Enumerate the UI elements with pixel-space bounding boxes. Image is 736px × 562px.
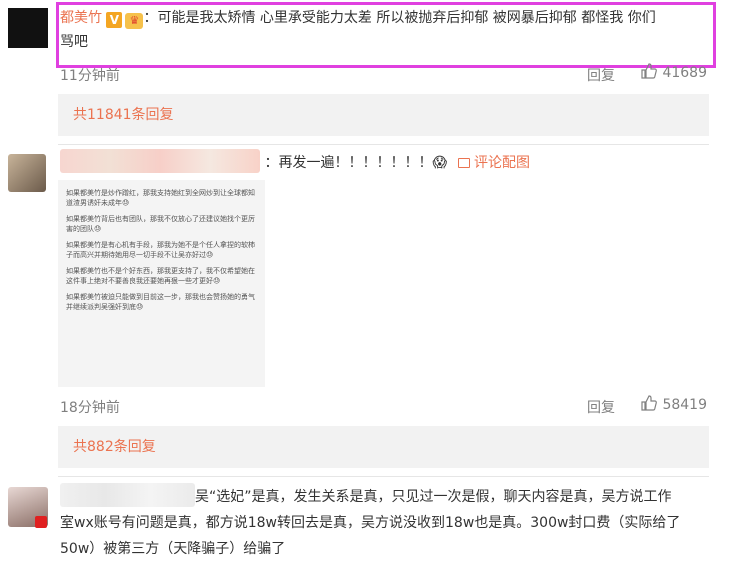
like-count: 58419 [662,397,707,413]
image-paragraph: 如果都美竹是有心机有手段，那我为她不是个任人拿捏的软柿子而高兴并期待她用尽一切手… [66,241,255,259]
comment-text: 都美竹 V ♛ ：可能是我太矫情 心里承受能力太差 所以被抛弃后抑郁 被网暴后抑郁 … [60,6,710,54]
comment-body: ：再发一遍！！！！！！！😱 [264,155,448,171]
like-count: 41689 [662,65,707,81]
comment-body: 吴“选妃”是真，发生关系是真，只见过一次是假，聊天内容是真，吴方说工作 [195,489,672,505]
comment-line: ：再发一遍！！！！！！！😱 评论配图 [60,149,710,175]
thumbs-up-icon [640,62,658,84]
image-paragraph: 如果都美竹被迫只能做到目前这一步，那我也会赞扬她的勇气并继续派判吴强奸到底😓 [66,293,255,311]
replies-summary-link[interactable]: 共882条回复 [58,426,709,468]
timestamp: 11分钟前 [60,68,120,84]
divider [58,476,709,477]
avatar[interactable] [8,154,46,192]
verified-icon: V [106,12,123,28]
reply-button[interactable]: 回复 [587,65,615,85]
replies-summary-link[interactable]: 共11841条回复 [58,94,709,136]
image-link-label: 评论配图 [473,155,530,171]
image-paragraph: 如果都美竹也不是个好东西，那我更支持了，我不仅希望她在这件事上绝对不要善良我还要… [66,267,255,285]
comment-body: ：可能是我太矫情 心里承受能力太差 所以被抛弃后抑郁 被网暴后抑郁 都怪我 你们 [143,10,656,26]
comment-image[interactable]: 如果都美竹是炒作蹭红，那我支持她红到全网炒到让全球都知道渣男诱奸未成年😓 如果都… [58,180,265,387]
comment-body-cont: 50w）被第三方（天降骗子）给骗了 [60,541,286,557]
image-paragraph: 如果都美竹是炒作蹭红，那我支持她红到全网炒到让全球都知道渣男诱奸未成年😓 [66,189,255,207]
comment-body-cont: 骂吧 [60,34,88,50]
image-link[interactable]: 评论配图 [457,155,530,171]
image-icon [457,158,470,168]
comment-body-cont: 室wx账号有问题是真，都方说18w转回去是真，吴方说没收到18w也是真。300w… [60,515,681,531]
like-button[interactable]: 41689 [640,62,707,84]
username-link[interactable]: 都美竹 [60,10,102,26]
divider [58,144,709,145]
like-button[interactable]: 58419 [640,394,707,416]
comment-text: 吴“选妃”是真，发生关系是真，只见过一次是假，聊天内容是真，吴方说工作 室wx账… [60,483,720,562]
reply-button[interactable]: 回复 [587,397,615,417]
avatar-badge [35,516,47,528]
thumbs-up-icon [640,394,658,416]
avatar[interactable] [8,8,48,48]
blurred-username [60,483,195,507]
timestamp: 18分钟前 [60,400,120,416]
image-paragraph: 如果都美竹背后也有团队，那我不仅放心了还建议她找个更厉害的团队😓 [66,215,255,233]
crown-icon: ♛ [125,13,144,29]
blurred-username [60,149,260,173]
